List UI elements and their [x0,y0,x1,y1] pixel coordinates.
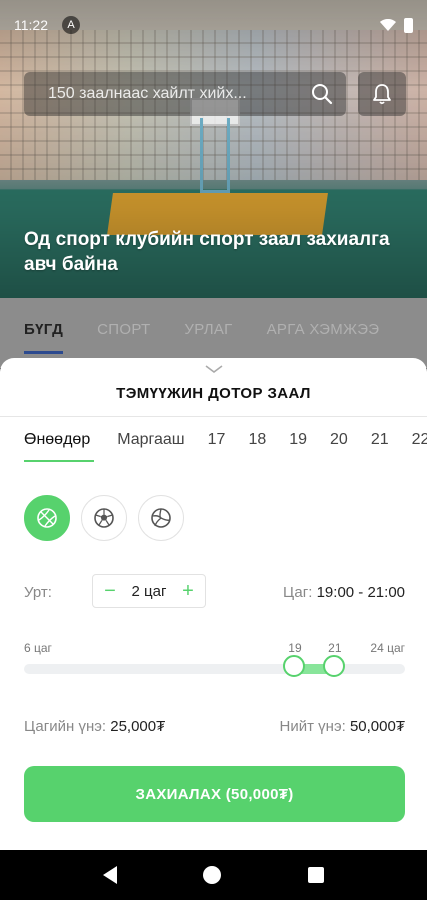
hour-price-label: Цагийн үнэ: [24,718,107,735]
tab-events[interactable]: АРГА ХЭМЖЭЭ [267,298,380,354]
time-slider-track[interactable] [24,664,405,674]
app-notification-icon: A [62,16,80,34]
book-button[interactable]: ЗАХИАЛАХ (50,000₮) [24,766,405,822]
time-slider-end-handle[interactable] [323,655,346,677]
tab-all[interactable]: БҮГД [24,298,64,354]
tab-sport[interactable]: СПОРТ [97,298,150,354]
search-input[interactable] [48,85,308,103]
venue-title: ТЭМҮҮЖИН ДОТОР ЗААЛ [116,385,311,402]
date-22[interactable]: 22 [412,417,427,462]
slider-end-label: 21 [328,641,342,655]
tab-art[interactable]: УРЛАГ [184,298,232,354]
status-bar: 11:22 A [0,0,427,50]
volleyball-icon [151,508,171,528]
slider-min-label: 6 цаг [24,641,52,655]
date-18[interactable]: 18 [248,417,266,462]
hour-price-value: 25,000₮ [110,718,166,735]
sport-soccer-button[interactable] [81,495,127,541]
sport-basketball-button[interactable] [24,495,70,541]
duration-value: 2 цаг [131,582,167,600]
increase-duration-button[interactable]: + [181,581,195,601]
promo-text[interactable]: Од спорт клубийн спорт заал захиалга авч… [24,227,414,277]
duration-stepper: − 2 цаг + [92,574,206,608]
battery-icon [404,17,413,33]
date-20[interactable]: 20 [330,417,348,462]
price-summary: Цагийн үнэ: 25,000₮ Нийт үнэ: 50,000₮ [24,718,405,735]
basketball-icon [37,508,57,528]
system-nav-bar [0,850,427,900]
chevron-down-icon [205,365,223,373]
wifi-icon [380,19,396,31]
time-range: Цаг: 19:00 - 21:00 [283,584,405,601]
sport-selector [24,495,184,541]
duration-label: Урт: [24,584,52,601]
status-time: 11:22 [14,17,48,33]
decrease-duration-button[interactable]: − [103,581,117,601]
sport-volleyball-button[interactable] [138,495,184,541]
total-price-value: 50,000₮ [349,718,405,735]
home-icon[interactable] [203,866,222,884]
date-today[interactable]: Өнөөдөр [24,417,95,462]
soccer-ball-icon [94,508,114,528]
hour-price: Цагийн үнэ: 25,000₮ [24,718,165,735]
notification-button[interactable] [358,72,406,116]
date-17[interactable]: 17 [208,417,226,462]
slider-max-label: 24 цаг [370,641,405,655]
sheet-collapse-handle[interactable] [203,364,225,378]
total-price-label: Нийт үнэ: [279,718,346,735]
recent-apps-icon[interactable] [307,867,324,883]
time-range-value: 19:00 - 21:00 [316,584,405,601]
search-bar[interactable] [24,72,346,116]
time-range-label: Цаг: [283,584,313,601]
date-selector: Өнөөдөр Маргааш 17 18 19 20 21 22 [0,416,427,462]
search-icon[interactable] [308,80,336,108]
slider-start-label: 19 [288,641,302,655]
date-19[interactable]: 19 [289,417,307,462]
slider-labels: 6 цаг 19 21 24 цаг [0,641,427,657]
total-price: Нийт үнэ: 50,000₮ [280,718,405,735]
bell-icon [373,84,391,105]
date-tomorrow[interactable]: Маргааш [117,417,184,462]
booking-sheet: ТЭМҮҮЖИН ДОТОР ЗААЛ Өнөөдөр Маргааш 17 1… [0,358,427,850]
date-21[interactable]: 21 [371,417,389,462]
back-icon[interactable] [103,866,118,884]
